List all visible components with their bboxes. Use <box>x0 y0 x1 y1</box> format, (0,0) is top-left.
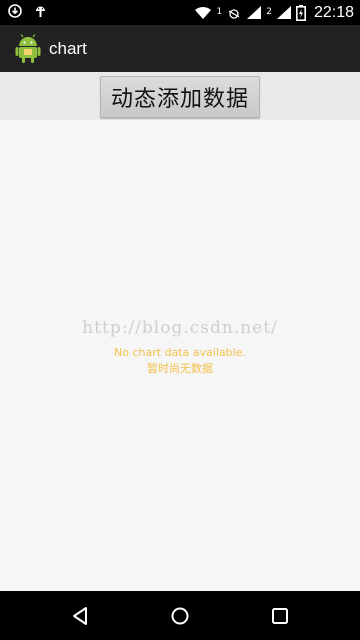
wifi-icon <box>195 6 212 19</box>
download-icon <box>8 4 22 18</box>
action-bar: chart <box>0 25 360 72</box>
clock: 22:18 <box>313 3 354 21</box>
sim2-label: 2 <box>266 7 272 17</box>
android-debug-icon <box>36 6 45 17</box>
no-data-description: 暂时尚无数据 <box>147 362 213 375</box>
navigation-bar <box>0 591 360 640</box>
toolbar: 动态添加数据 <box>0 72 360 120</box>
add-data-button[interactable]: 动态添加数据 <box>100 75 260 118</box>
battery-icon <box>295 4 306 21</box>
watermark: http://blog.csdn.net/ <box>82 318 278 338</box>
android-app-icon[interactable] <box>15 33 41 64</box>
recents-icon[interactable] <box>269 605 291 627</box>
signal-icon <box>247 6 262 19</box>
sim1-label: 1 <box>216 7 223 17</box>
app-title: chart <box>49 38 87 58</box>
chart-view[interactable]: http://blog.csdn.net/ No chart data avai… <box>0 120 360 591</box>
data-transfer-icon <box>228 8 240 19</box>
no-data-text: No chart data available. <box>114 346 246 359</box>
signal-icon <box>276 6 291 19</box>
back-icon[interactable] <box>69 605 91 627</box>
status-bar: 1 2 22:18 <box>0 0 360 25</box>
home-icon[interactable] <box>169 605 191 627</box>
